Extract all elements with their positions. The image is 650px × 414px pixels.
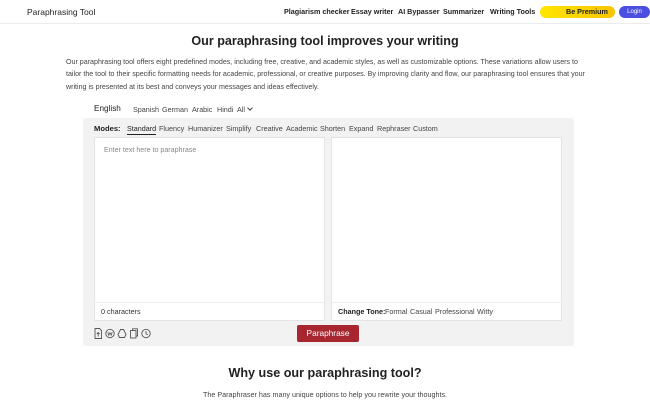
tone-option-formal[interactable]: Formal — [385, 307, 407, 316]
copy-icon[interactable] — [129, 328, 139, 339]
nav-link-writing-tools[interactable]: Writing Tools — [490, 7, 535, 16]
mode-tab-shorten[interactable]: Shorten — [320, 124, 345, 133]
why-section-subtitle: The Paraphraser has many unique options … — [202, 390, 448, 399]
character-count: 0 characters — [101, 307, 141, 316]
output-text-box[interactable] — [331, 137, 562, 303]
chevron-down-icon — [247, 105, 253, 111]
mode-tab-humanizer[interactable]: Humanizer — [188, 124, 223, 133]
intro-paragraph: Our paraphrasing tool offers eight prede… — [66, 58, 585, 91]
word-file-icon[interactable] — [105, 328, 115, 339]
mode-tab-expand[interactable]: Expand — [349, 124, 373, 133]
mode-tab-fluency[interactable]: Fluency — [159, 124, 184, 133]
mode-tab-academic[interactable]: Academic — [286, 124, 318, 133]
language-all-dropdown[interactable]: All — [237, 105, 253, 114]
history-icon[interactable] — [141, 328, 151, 339]
mode-tab-simplify[interactable]: Simplify — [226, 124, 251, 133]
page-title: Our paraphrasing tool improves your writ… — [191, 34, 459, 48]
language-tab-hindi[interactable]: Hindi — [217, 105, 233, 114]
be-premium-button[interactable]: Be Premium — [540, 6, 615, 18]
input-textarea[interactable] — [104, 146, 319, 296]
nav-link-plagiarism-checker[interactable]: Plagiarism checker — [284, 7, 350, 16]
tone-option-witty[interactable]: Witty — [477, 307, 493, 316]
why-section-title: Why use our paraphrasing tool? — [228, 366, 422, 380]
tone-option-casual[interactable]: Casual — [410, 307, 432, 316]
top-navbar: Paraphrasing Tool Plagiarism checker Ess… — [0, 0, 650, 24]
google-drive-icon[interactable] — [117, 328, 127, 339]
nav-link-summarizer[interactable]: Summarizer — [443, 7, 484, 16]
modes-label: Modes: — [94, 124, 121, 133]
mode-tab-custom[interactable]: Custom — [413, 124, 438, 133]
upload-file-icon[interactable] — [93, 328, 103, 339]
tone-option-professional[interactable]: Professional — [435, 307, 475, 316]
language-tab-arabic[interactable]: Arabic — [192, 105, 212, 114]
mode-tab-creative[interactable]: Creative — [256, 124, 283, 133]
language-tab-english[interactable]: English — [94, 104, 121, 113]
mode-tab-rephraser[interactable]: Rephraser — [377, 124, 411, 133]
nav-link-ai-bypasser[interactable]: AI Bypasser — [398, 7, 440, 16]
mode-tab-standard[interactable]: Standard — [127, 124, 157, 135]
language-tab-spanish[interactable]: Spanish — [133, 105, 159, 114]
language-tab-german[interactable]: German — [162, 105, 188, 114]
brand-logo-text[interactable]: Paraphrasing Tool — [27, 7, 95, 17]
nav-link-essay-writer[interactable]: Essay writer — [351, 7, 393, 16]
paraphrase-button[interactable]: Paraphrase — [297, 325, 359, 342]
change-tone-label: Change Tone: — [338, 307, 386, 316]
login-button[interactable]: Login — [619, 6, 650, 18]
language-all-label: All — [237, 105, 245, 114]
